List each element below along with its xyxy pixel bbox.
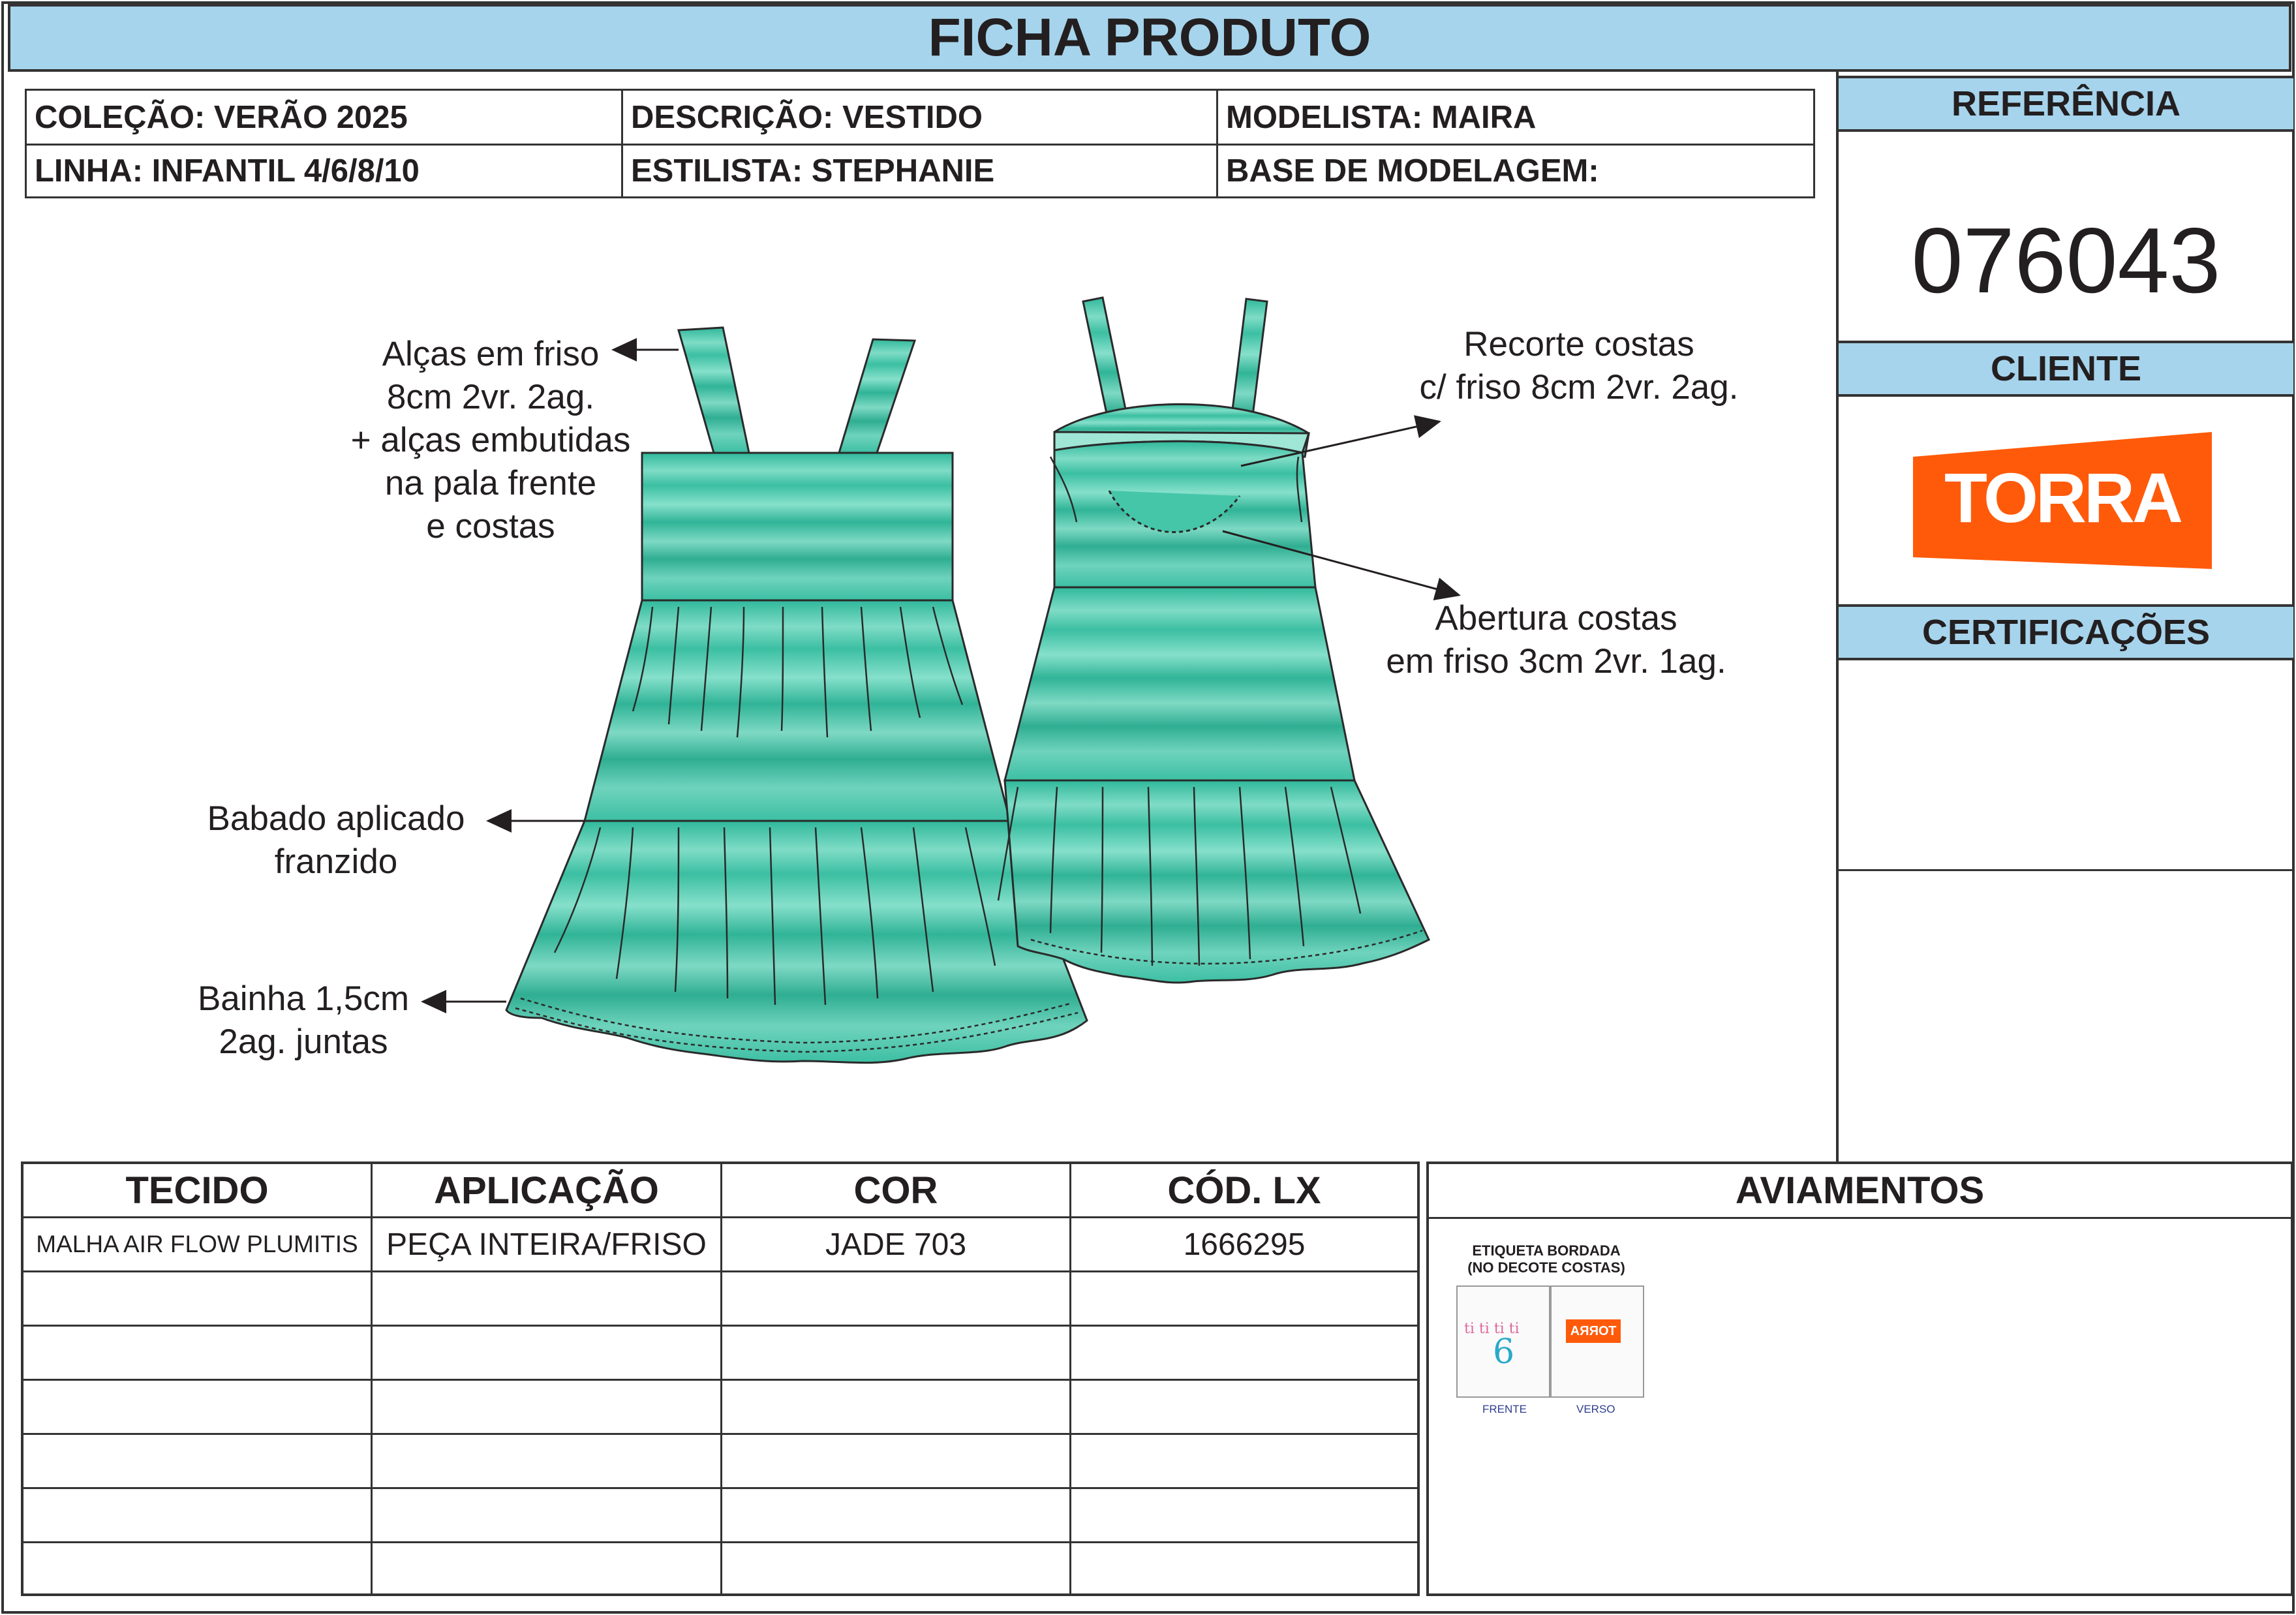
- trims-header: AVIAMENTOS: [1429, 1164, 2291, 1219]
- annotation-back-opening: Abertura costas em friso 3cm 2vr. 1ag.: [1386, 599, 1726, 681]
- header-cod-lx: CÓD. LX: [1167, 1169, 1321, 1212]
- annotation-back-cut: Recorte costas c/ friso 8cm 2vr. 2ag.: [1419, 325, 1739, 407]
- label-back: TORRA: [1550, 1285, 1644, 1398]
- annotation-ruffle: Babado aplicado franzido: [207, 799, 465, 881]
- label-front: ti ti ti ti 6: [1456, 1285, 1550, 1398]
- header-tecido: TECIDO: [125, 1169, 269, 1212]
- annotation-hem: Bainha 1,5cm 2ag. juntas: [197, 979, 410, 1061]
- fabric-table: TECIDO APLICAÇÃO COR CÓD. LX MALHA AIR F…: [21, 1161, 1420, 1596]
- back-skirt-tier-1: [1003, 586, 1356, 782]
- header-cor: COR: [853, 1169, 938, 1212]
- front-right-strap: [837, 338, 917, 454]
- back-caption: VERSO: [1576, 1403, 1615, 1415]
- label-title: ETIQUETA BORDADA (NO DECOTE COSTAS): [1467, 1242, 1625, 1276]
- header-aplicacao: APLICAÇÃO: [434, 1169, 659, 1212]
- annotation-straps: Alças em friso 8cm 2vr. 2ag. + alças emb…: [350, 335, 631, 546]
- cell-cor: JADE 703: [825, 1227, 967, 1262]
- front-bodice: [641, 452, 954, 602]
- back-skirt-tier-2: [1003, 779, 1430, 984]
- front-skirt-tier-2: [505, 820, 1088, 1064]
- cell-cod-lx: 1666295: [1183, 1227, 1306, 1262]
- cell-tecido: MALHA AIR FLOW PLUMITIS: [36, 1231, 358, 1257]
- cell-aplicacao: PEÇA INTEIRA/FRISO: [386, 1227, 707, 1262]
- front-caption: FRENTE: [1482, 1403, 1527, 1415]
- front-left-strap: [677, 326, 750, 454]
- front-skirt-tier-1: [583, 599, 1011, 822]
- trims-panel: AVIAMENTOS ETIQUETA BORDADA (NO DECOTE C…: [1426, 1161, 2293, 1596]
